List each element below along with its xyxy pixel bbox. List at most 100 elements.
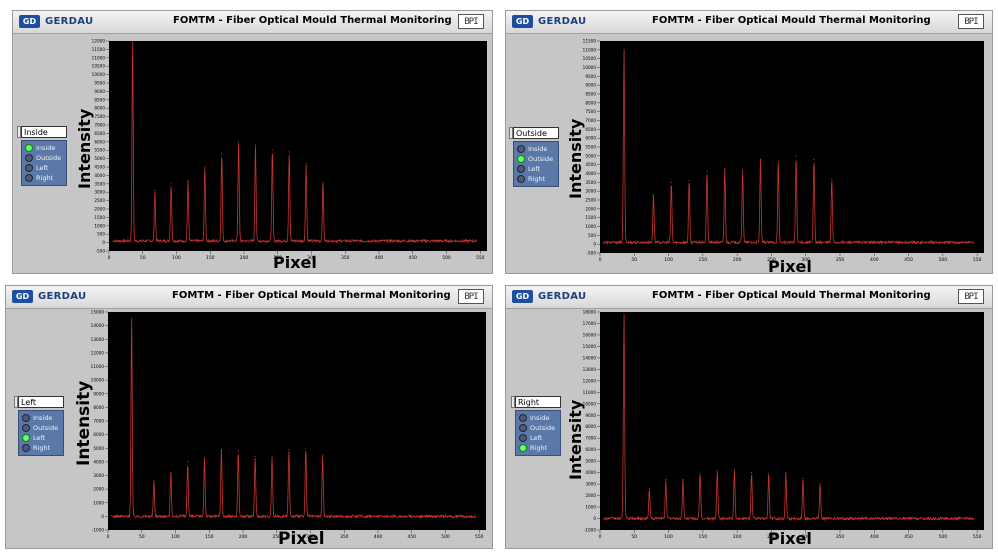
selector-arrow-icon[interactable] (511, 396, 515, 408)
x-tick-label: 0 (599, 534, 602, 540)
y-tick-label: 7500 (94, 114, 105, 119)
peak-point (221, 152, 223, 155)
selector-arrow-icon[interactable] (17, 126, 21, 138)
option-inside[interactable]: Inside (517, 144, 555, 154)
peak-point (750, 472, 753, 474)
y-tick-label: 4500 (94, 165, 105, 170)
x-tick-label: 100 (172, 255, 181, 261)
option-inside[interactable]: Inside (519, 413, 557, 423)
peak-point (648, 488, 650, 490)
selector-arrow-icon[interactable] (14, 396, 18, 408)
y-tick-label: 8500 (94, 97, 105, 102)
peak-point (742, 169, 744, 171)
option-outside[interactable]: Outside (22, 423, 60, 433)
peak-point (237, 450, 239, 452)
peak-point (831, 178, 833, 180)
option-left[interactable]: Left (25, 163, 63, 173)
x-tick-label: 250 (272, 534, 281, 540)
x-tick-label: 0 (599, 257, 602, 263)
peak-point (819, 483, 821, 485)
sensor-selector[interactable]: Inside Inside Outside Left Right (17, 126, 69, 186)
selector-value[interactable]: Left (14, 396, 64, 408)
y-tick-label: 10000 (91, 378, 105, 383)
monitor-panel-left: GD GERDAU FOMTM - Fiber Optical Mould Th… (5, 285, 493, 549)
intensity-chart: -500 0 500 1000 1500 2000 2500 3000 3500 4000 4500… (572, 39, 988, 271)
option-right[interactable]: Right (22, 443, 60, 453)
y-tick-label: 14000 (583, 355, 597, 360)
x-tick-label: 100 (171, 534, 180, 540)
option-left[interactable]: Left (519, 433, 557, 443)
y-tick-label: 1000 (93, 500, 104, 505)
plot-area (108, 312, 486, 530)
option-inside[interactable]: Inside (25, 143, 63, 153)
selector-arrow-icon[interactable] (509, 127, 513, 139)
y-tick-label: 12000 (583, 378, 597, 383)
x-tick-label: 550 (973, 257, 982, 263)
option-outside[interactable]: Outside (25, 153, 63, 163)
option-outside[interactable]: Outside (517, 154, 555, 164)
gerdau-logo-icon: GD (19, 15, 40, 28)
led-indicator-icon (25, 144, 33, 152)
option-left[interactable]: Left (517, 164, 555, 174)
peak-point (132, 42, 134, 44)
peak-point (795, 155, 797, 157)
x-tick-label: 100 (664, 534, 673, 540)
brand-name: GERDAU (38, 291, 87, 302)
peak-point (187, 461, 189, 463)
sensor-selector[interactable]: Left Inside Outside Left Right (14, 396, 66, 456)
selector-value[interactable]: Inside (17, 126, 67, 138)
peak-point (271, 149, 273, 151)
option-inside[interactable]: Inside (22, 413, 60, 423)
x-tick-label: 300 (801, 257, 810, 263)
y-tick-label: 6000 (585, 136, 596, 141)
y-tick-label: 8000 (585, 100, 596, 105)
x-tick-label: 300 (801, 534, 810, 540)
option-outside[interactable]: Outside (519, 423, 557, 433)
y-tick-label: 5000 (585, 153, 596, 158)
y-tick-label: 6000 (585, 447, 596, 452)
led-indicator-icon (25, 174, 33, 182)
bpi-logo-icon: BPI (458, 14, 484, 29)
x-tick-label: 150 (205, 534, 214, 540)
y-tick-label: 2500 (585, 198, 596, 203)
peak-point (238, 141, 240, 143)
y-tick-label: 13000 (91, 337, 105, 342)
option-right[interactable]: Right (519, 443, 557, 453)
led-indicator-icon (517, 155, 525, 163)
x-tick-label: 200 (733, 534, 742, 540)
led-indicator-icon (519, 444, 527, 452)
option-right[interactable]: Right (517, 174, 555, 184)
sensor-selector[interactable]: Outside Inside Outside Left Right (509, 127, 561, 187)
selector-value[interactable]: Outside (509, 127, 559, 139)
y-tick-label: 9000 (93, 391, 104, 396)
option-right[interactable]: Right (25, 173, 63, 183)
y-tick-label: 1500 (585, 215, 596, 220)
y-tick-label: 7000 (585, 436, 596, 441)
chart-svg: -100001000200030004000500060007000800090… (583, 310, 984, 540)
x-tick-label: 400 (870, 257, 879, 263)
peak-point (733, 468, 735, 470)
y-tick-label: 17000 (583, 321, 597, 326)
x-tick-label: 450 (407, 534, 416, 540)
option-left[interactable]: Left (22, 433, 60, 443)
sensor-selector[interactable]: Right Inside Outside Left Right (511, 396, 563, 456)
x-tick-label: 400 (374, 534, 383, 540)
y-tick-label: 8000 (585, 424, 596, 429)
peak-point (623, 49, 625, 51)
gerdau-logo-icon: GD (12, 290, 33, 303)
x-tick-label: 150 (699, 534, 708, 540)
y-tick-label: 14000 (91, 323, 105, 328)
x-tick-label: 50 (631, 257, 637, 263)
x-tick-label: 300 (307, 255, 316, 261)
peak-point (170, 472, 172, 474)
selector-options: Inside Outside Left Right (515, 410, 561, 456)
peak-point (802, 477, 804, 479)
y-tick-label: 0 (593, 516, 596, 521)
peak-point (322, 454, 324, 456)
y-tick-label: -1000 (584, 528, 597, 533)
y-tick-label: 10500 (583, 56, 597, 61)
intensity-chart: -1000 0 1000 2000 3000 4000 5000 6000 7000 8000 90… (80, 310, 490, 548)
selector-value[interactable]: Right (511, 396, 561, 408)
y-tick-label: 9500 (585, 74, 596, 79)
y-tick-label: 18000 (583, 310, 597, 315)
